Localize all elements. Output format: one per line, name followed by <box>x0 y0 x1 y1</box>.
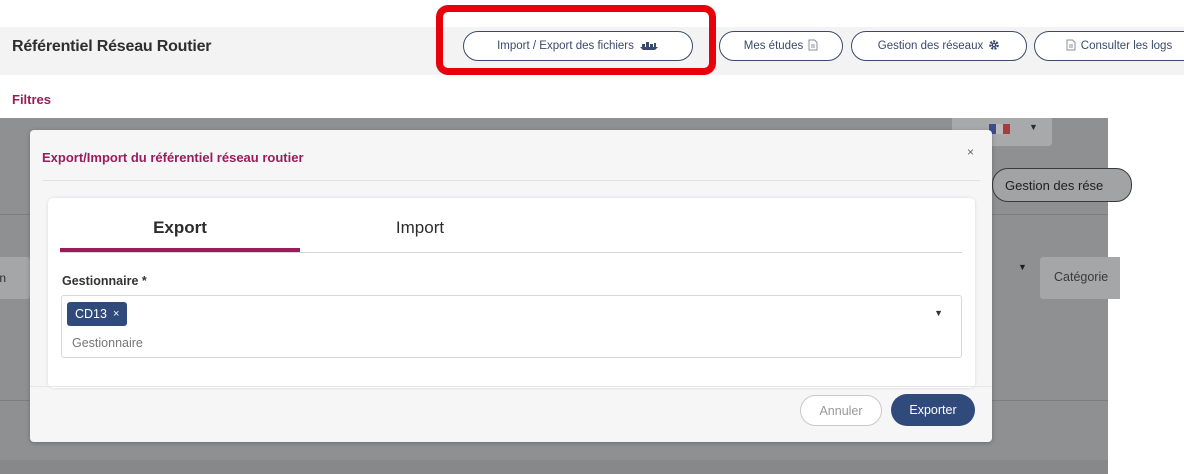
import-export-button[interactable]: Import / Export des fichiers <box>463 31 693 61</box>
tab-export[interactable]: Export <box>60 218 300 238</box>
document-icon <box>1066 39 1076 54</box>
gestion-reseaux-button[interactable]: Gestion des réseaux <box>851 31 1027 61</box>
tab-bar: Export Import <box>60 198 962 253</box>
app-title: Référentiel Réseau Routier <box>12 38 212 55</box>
consulter-logs-button[interactable]: Consulter les logs <box>1034 31 1184 61</box>
flag-white <box>996 124 1003 134</box>
gestion-reseaux-label: Gestion des réseaux <box>877 40 984 52</box>
mes-etudes-label: Mes études <box>743 40 804 52</box>
mes-etudes-button[interactable]: Mes études <box>719 31 843 61</box>
gestionnaire-search-input[interactable]: Gestionnaire <box>72 336 143 350</box>
background-select: hen <box>0 257 30 299</box>
top-header: Référentiel Réseau Routier Import / Expo… <box>0 0 1184 118</box>
cancel-button[interactable]: Annuler <box>800 395 882 426</box>
close-icon[interactable]: × <box>967 145 974 159</box>
background-bottom <box>0 460 1108 474</box>
selected-chip: CD13 × <box>67 302 128 326</box>
footer-divider <box>30 386 992 387</box>
gear-icon <box>988 39 1000 54</box>
gestionnaire-label: Gestionnaire * <box>62 274 147 288</box>
gestionnaire-select[interactable]: CD13 × ▼ Gestionnaire <box>61 295 962 358</box>
ship-icon <box>639 39 659 54</box>
export-import-modal: Export/Import du référentiel réseau rout… <box>30 130 992 442</box>
modal-card: Export Import Gestionnaire * CD13 × ▼ Ge… <box>48 198 975 388</box>
export-button[interactable]: Exporter <box>891 394 975 426</box>
filters-tab[interactable] <box>14 75 1184 118</box>
tab-import[interactable]: Import <box>300 218 540 238</box>
background-gestion-button: Gestion des rése <box>992 168 1132 202</box>
document-icon <box>808 39 818 54</box>
import-export-label: Import / Export des fichiers <box>497 40 634 52</box>
chevron-down-icon[interactable]: ▼ <box>934 308 943 318</box>
modal-divider <box>42 180 980 181</box>
modal-title: Export/Import du référentiel réseau rout… <box>42 150 304 165</box>
page: Référentiel Réseau Routier Import / Expo… <box>0 0 1184 474</box>
active-tab-indicator <box>60 248 300 252</box>
consulter-logs-label: Consulter les logs <box>1080 40 1173 52</box>
remove-chip-icon[interactable]: × <box>113 308 119 320</box>
chip-label: CD13 <box>75 307 107 321</box>
flag-red <box>1003 124 1010 134</box>
background-categorie-select: Catégorie <box>1040 257 1120 299</box>
chevron-down-icon: ▼ <box>1018 262 1027 272</box>
background-select-text: hen <box>0 271 7 285</box>
filters-label: Filtres <box>12 92 52 107</box>
chevron-down-icon: ▼ <box>1029 122 1038 132</box>
